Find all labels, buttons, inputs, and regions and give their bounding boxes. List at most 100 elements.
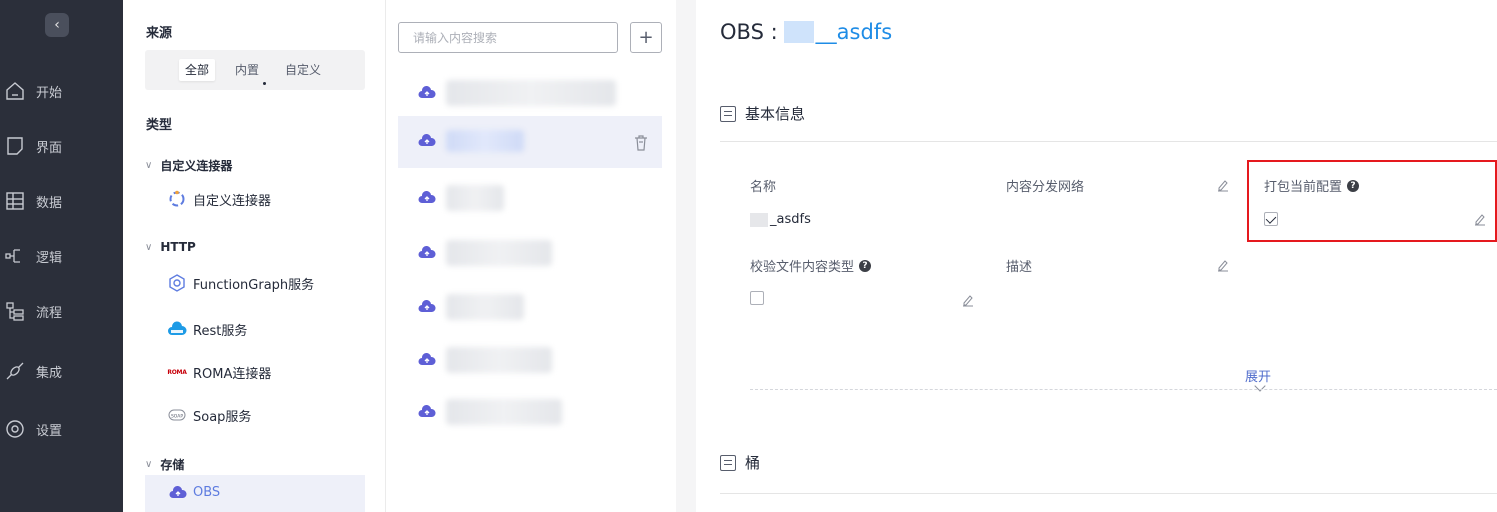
section-bucket[interactable]: 桶 — [720, 452, 760, 473]
list-item[interactable] — [398, 181, 662, 233]
cursor-dot — [263, 82, 266, 85]
type-item-soap[interactable]: SOAP Soap服务 — [167, 405, 251, 425]
verify-label-text: 校验文件内容类型 — [750, 260, 855, 275]
type-item-roma[interactable]: ROMA ROMA连接器 — [167, 362, 271, 382]
nav-item-label: 逻辑 — [36, 250, 63, 266]
chevron-down-icon: ∨ — [145, 459, 153, 470]
nav-item-label: 数据 — [36, 195, 63, 211]
field-label-verify-content-type: 校验文件内容类型 ? — [750, 256, 872, 275]
field-label-name: 名称 — [750, 180, 777, 195]
cloud-upload-icon — [418, 246, 436, 258]
type-item-rest[interactable]: Rest服务 — [167, 319, 247, 339]
svg-text:SOAP: SOAP — [171, 413, 183, 419]
rest-cloud-icon — [167, 319, 187, 339]
type-item-label: ROMA连接器 — [193, 366, 272, 382]
group-label: 自定义连接器 — [160, 159, 233, 173]
group-storage[interactable]: ∨ 存储 — [145, 456, 184, 473]
list-item[interactable] — [398, 290, 662, 342]
group-label: HTTP — [160, 240, 196, 254]
edit-pencil-icon[interactable] — [1216, 258, 1230, 272]
collapse-nav-button[interactable]: ‹ — [45, 13, 69, 37]
chevron-down-icon: ∨ — [145, 241, 153, 253]
redacted-name — [446, 130, 524, 152]
list-item[interactable] — [398, 343, 662, 395]
type-item-label: Soap服务 — [193, 409, 252, 425]
delete-icon[interactable] — [634, 135, 648, 151]
cloud-upload-icon — [418, 134, 436, 146]
title-name: __asdfs — [815, 20, 893, 44]
type-item-obs[interactable]: OBS — [145, 475, 365, 512]
group-http[interactable]: ∨ HTTP — [145, 240, 196, 254]
verify-content-type-checkbox[interactable] — [750, 291, 764, 305]
cloud-upload-icon — [418, 353, 436, 365]
dashed-divider — [750, 389, 1497, 390]
search-input[interactable] — [399, 23, 617, 52]
field-value-name: _asdfs — [750, 212, 811, 227]
edit-pencil-icon[interactable] — [961, 293, 975, 307]
cloud-upload-icon — [418, 405, 436, 417]
nav-item-start[interactable]: 开始 — [0, 76, 123, 106]
nav-item-flow[interactable]: 流程 — [0, 296, 123, 326]
cloud-upload-icon — [418, 191, 436, 203]
list-item-selected[interactable] — [398, 116, 662, 168]
group-custom-connector[interactable]: ∨ 自定义连接器 — [145, 157, 232, 174]
source-title: 来源 — [146, 26, 173, 41]
cloud-upload-icon — [418, 300, 436, 312]
type-item-label: Rest服务 — [193, 323, 248, 339]
search-box[interactable] — [398, 22, 618, 53]
nav-item-label: 集成 — [36, 365, 63, 381]
field-label-description: 描述 — [1006, 260, 1033, 275]
source-option-all[interactable]: 全部 — [179, 59, 216, 81]
redacted-block — [783, 21, 814, 43]
edit-pencil-icon[interactable] — [1216, 178, 1230, 192]
type-item-label: FunctionGraph服务 — [193, 277, 315, 293]
highlight-box — [1247, 160, 1497, 242]
redacted-name — [446, 185, 504, 211]
nav-item-ui[interactable]: 界面 — [0, 131, 123, 161]
redacted-name — [446, 399, 562, 425]
type-item-functiongraph[interactable]: FunctionGraph服务 — [167, 273, 314, 293]
panel-divider — [676, 0, 696, 512]
obs-cloud-icon — [169, 485, 187, 500]
nav-item-settings[interactable]: 设置 — [0, 414, 123, 444]
add-connector-button[interactable]: + — [630, 22, 662, 53]
source-option-builtin[interactable]: 内置 — [229, 59, 265, 81]
list-item[interactable] — [398, 236, 662, 288]
help-icon[interactable]: ? — [859, 259, 872, 272]
redacted-name — [446, 240, 552, 266]
type-item-custom-connector[interactable]: 自定义连接器 — [167, 189, 271, 209]
section-basic-info[interactable]: 基本信息 — [720, 103, 805, 124]
nav-item-integration[interactable]: 集成 — [0, 356, 123, 386]
logic-icon — [4, 245, 26, 267]
source-segmented-control: 全部 内置 自定义 — [145, 50, 365, 90]
nav-item-data[interactable]: 数据 — [0, 186, 123, 216]
soap-icon: SOAP — [167, 405, 187, 425]
connector-list-panel: + — [386, 0, 676, 512]
nav-item-label: 流程 — [36, 305, 63, 321]
integration-icon — [4, 360, 26, 382]
type-item-label: 自定义连接器 — [193, 193, 272, 209]
group-label: 存储 — [160, 458, 185, 472]
chevron-down-icon: ∨ — [145, 160, 153, 171]
nav-item-logic[interactable]: 逻辑 — [0, 241, 123, 271]
divider — [720, 493, 1497, 494]
source-option-custom[interactable]: 自定义 — [279, 59, 327, 81]
divider — [720, 141, 1497, 142]
redacted-block — [750, 212, 768, 227]
type-item-label: OBS — [193, 485, 221, 500]
nav-item-label: 界面 — [36, 140, 63, 156]
home-icon — [4, 80, 26, 102]
left-navigation: ‹ 开始 界面 数据 逻辑 流程 集成 设置 — [0, 0, 123, 512]
functiongraph-icon — [167, 273, 187, 293]
list-item[interactable] — [398, 395, 662, 447]
type-title: 类型 — [146, 118, 173, 133]
list-doc-icon — [720, 454, 736, 471]
page-icon — [4, 135, 26, 157]
nav-item-label: 开始 — [36, 85, 63, 101]
cloud-upload-icon — [418, 86, 436, 98]
settings-icon — [4, 418, 26, 440]
field-label-cdn: 内容分发网络 — [1006, 180, 1085, 195]
nav-item-label: 设置 — [36, 423, 63, 439]
section-title: 基本信息 — [745, 105, 806, 123]
page-title: OBS : __asdfs — [720, 20, 892, 44]
